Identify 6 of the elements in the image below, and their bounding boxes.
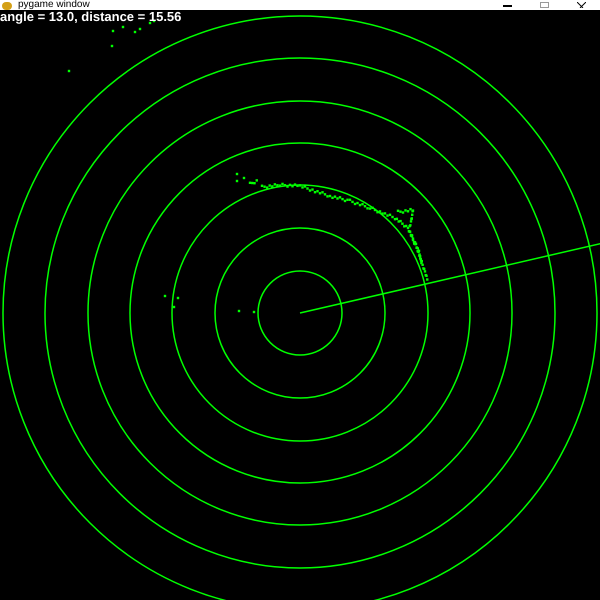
minimize-icon[interactable] — [503, 3, 512, 7]
maximize-icon[interactable] — [540, 2, 549, 8]
angle-distance-readout: angle = 13.0, distance = 15.56 — [0, 10, 182, 24]
window-title: pygame window — [18, 0, 90, 10]
close-icon[interactable] — [577, 2, 586, 8]
app-icon — [2, 2, 12, 10]
